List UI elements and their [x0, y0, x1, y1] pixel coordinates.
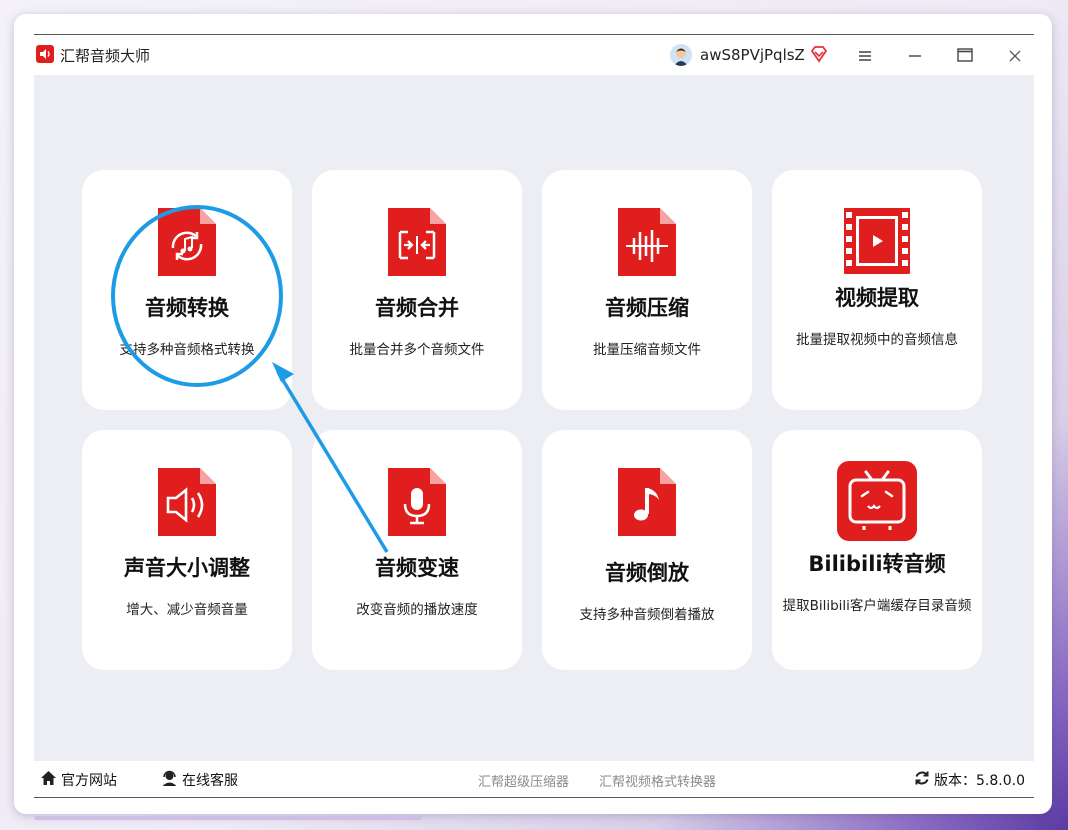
tool-title: 声音大小调整 [124, 556, 250, 580]
video-extract-icon [842, 204, 912, 276]
online-service-link[interactable]: 在线客服 [161, 770, 238, 790]
audio-convert-icon [154, 208, 220, 276]
audio-merge-icon [384, 208, 450, 276]
tool-title: Bilibili转音频 [808, 552, 946, 576]
title-bar: 汇帮音频大师 awS8PVjPqlsZ [34, 35, 1034, 75]
tool-card-audio-convert[interactable]: 音频转换 支持多种音频格式转换 [82, 170, 292, 410]
tool-card-audio-compress[interactable]: 音频压缩 批量压缩音频文件 [542, 170, 752, 410]
tool-title: 音频转换 [145, 296, 229, 320]
tool-card-audio-reverse[interactable]: 音频倒放 支持多种音频倒着播放 [542, 430, 752, 670]
close-icon [1009, 47, 1021, 66]
diamond-icon[interactable] [810, 45, 828, 63]
version-info[interactable]: 版本：5.8.0.0 [914, 770, 1025, 790]
tool-desc: 支持多种音频倒着播放 [579, 607, 715, 623]
minimize-icon [908, 47, 922, 66]
footer-bar: 官方网站 在线客服 汇帮超级压缩器 汇帮视频格式转换器 版本：5.8.0.0 [34, 761, 1034, 797]
refresh-icon [914, 770, 930, 790]
close-button[interactable] [1002, 43, 1028, 69]
official-site-link[interactable]: 官方网站 [40, 770, 117, 790]
tools-panel: 音频转换 支持多种音频格式转换 音频合并 批量合并多个音频文件 音频压缩 批量压… [34, 75, 1034, 761]
tool-title: 音频合并 [375, 296, 459, 320]
window-frame: 汇帮音频大师 awS8PVjPqlsZ 音频转换 支持多种音频格式转换 音频合并… [34, 34, 1034, 798]
super-compressor-link[interactable]: 汇帮超级压缩器 [478, 771, 569, 790]
version-label: 版本：5.8.0.0 [934, 773, 1025, 789]
tool-desc: 批量提取视频中的音频信息 [796, 332, 958, 348]
tool-title: 视频提取 [835, 286, 919, 310]
tool-title: 音频压缩 [605, 296, 689, 320]
tool-desc: 批量压缩音频文件 [593, 342, 701, 358]
official-site-label: 官方网站 [61, 773, 117, 789]
user-name[interactable]: awS8PVjPqlsZ [700, 46, 805, 64]
scroll-indicator [34, 816, 422, 820]
tool-card-video-extract[interactable]: 视频提取 批量提取视频中的音频信息 [772, 170, 982, 410]
tool-card-audio-speed[interactable]: 音频变速 改变音频的播放速度 [312, 430, 522, 670]
video-converter-link[interactable]: 汇帮视频格式转换器 [599, 771, 716, 790]
tool-title: 音频倒放 [605, 561, 689, 585]
maximize-button[interactable] [952, 43, 978, 69]
bilibili-tv-icon [836, 460, 918, 542]
tool-desc: 批量合并多个音频文件 [349, 342, 485, 358]
tool-desc: 改变音频的播放速度 [356, 602, 478, 618]
microphone-icon [384, 468, 450, 536]
tool-desc: 增大、减少音频音量 [126, 602, 248, 618]
online-service-label: 在线客服 [182, 773, 238, 789]
tool-title: 音频变速 [375, 556, 459, 580]
home-icon [40, 770, 57, 790]
hamburger-icon [858, 47, 872, 66]
speaker-icon [36, 45, 54, 63]
audio-compress-icon [614, 208, 680, 276]
minimize-button[interactable] [902, 43, 928, 69]
volume-icon [154, 468, 220, 536]
menu-button[interactable] [852, 43, 878, 69]
tool-card-audio-merge[interactable]: 音频合并 批量合并多个音频文件 [312, 170, 522, 410]
tool-card-volume[interactable]: 声音大小调整 增大、减少音频音量 [82, 430, 292, 670]
user-avatar[interactable] [670, 44, 692, 66]
tool-desc: 提取Bilibili客户端缓存目录音频 [782, 598, 972, 614]
headset-icon [161, 770, 178, 790]
app-window: 汇帮音频大师 awS8PVjPqlsZ 音频转换 支持多种音频格式转换 音频合并… [14, 14, 1052, 820]
app-title: 汇帮音频大师 [60, 47, 151, 65]
tool-desc: 支持多种音频格式转换 [119, 342, 255, 358]
tool-card-bilibili[interactable]: Bilibili转音频 提取Bilibili客户端缓存目录音频 [772, 430, 982, 670]
music-note-icon [614, 468, 680, 536]
maximize-icon [957, 47, 973, 66]
